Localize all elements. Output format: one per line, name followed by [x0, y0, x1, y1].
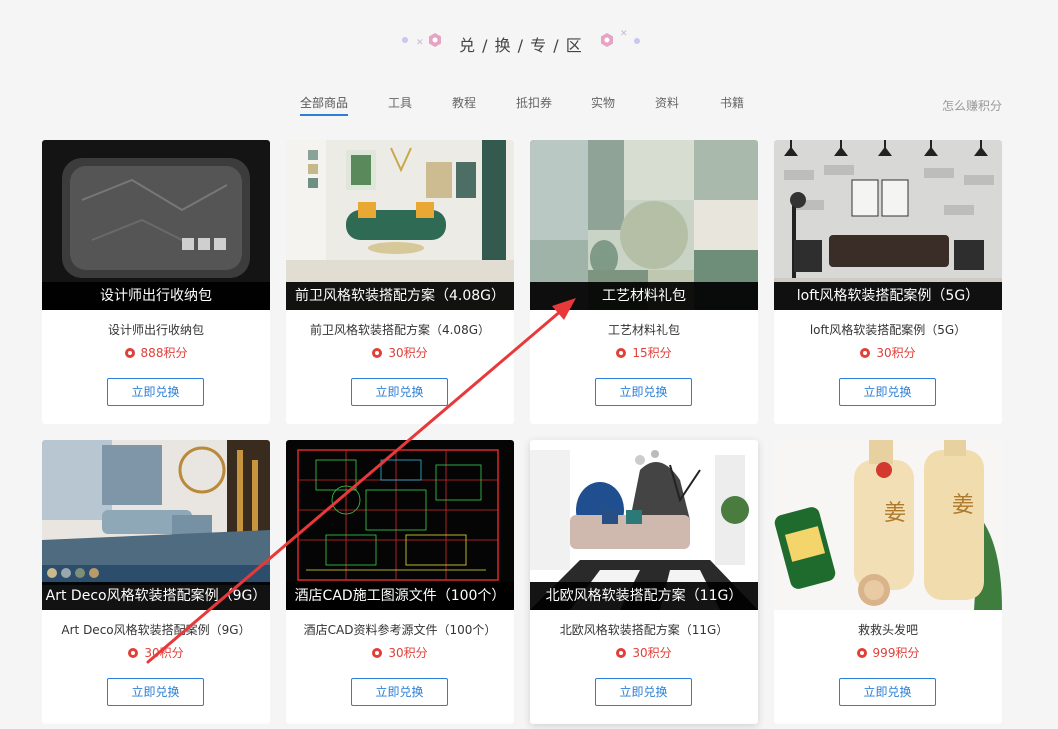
product-name[interactable]: 北欧风格软装搭配方案（11G） [530, 621, 758, 638]
product-image-caption: loft风格软装搭配案例（5G） [774, 282, 1002, 310]
active-tab-indicator [300, 114, 348, 116]
product-image[interactable]: 前卫风格软装搭配方案（4.08G） [286, 140, 514, 310]
tab-materials[interactable]: 资料 [655, 94, 679, 111]
product-points: 30积分 [286, 644, 514, 661]
section-header: ✕ 兑 / 换 / 专 / 区 ✕ [0, 28, 1058, 56]
points-icon [124, 348, 135, 358]
points-icon [856, 648, 867, 658]
points-icon [372, 648, 383, 658]
earn-points-link[interactable]: 怎么赚积分 [942, 97, 1002, 114]
points-value: 15积分 [632, 346, 672, 360]
redeem-button[interactable]: 立即兑换 [595, 378, 692, 406]
product-card[interactable]: loft风格软装搭配案例（5G） loft风格软装搭配案例（5G） 30积分 立… [774, 140, 1002, 424]
svg-text:姜: 姜 [952, 493, 974, 518]
hexagon-icon [601, 33, 613, 47]
product-card[interactable]: 前卫风格软装搭配方案（4.08G） 前卫风格软装搭配方案（4.08G） 30积分… [286, 140, 514, 424]
product-card[interactable]: 姜 姜 救救头发吧 999积分 立即兑换 [774, 440, 1002, 724]
points-icon [616, 648, 627, 658]
redeem-button[interactable]: 立即兑换 [839, 378, 936, 406]
redeem-button[interactable]: 立即兑换 [839, 678, 936, 706]
product-name[interactable]: 酒店CAD资料参考源文件（100个） [286, 621, 514, 638]
product-image[interactable]: Art Deco风格软装搭配案例（9G） [42, 440, 270, 610]
page-title: 兑 / 换 / 专 / 区 [459, 36, 583, 55]
product-image[interactable]: loft风格软装搭配案例（5G） [774, 140, 1002, 310]
product-image[interactable]: 北欧风格软装搭配方案（11G） [530, 440, 758, 610]
product-points: 30积分 [774, 344, 1002, 361]
product-card[interactable]: 酒店CAD施工图源文件（100个） 酒店CAD资料参考源文件（100个） 30积… [286, 440, 514, 724]
decor-dot [402, 37, 408, 43]
points-value: 999积分 [872, 646, 920, 660]
points-value: 30积分 [144, 646, 184, 660]
points-value: 30积分 [876, 346, 916, 360]
points-value: 30积分 [388, 346, 428, 360]
product-card[interactable]: 工艺材料礼包 工艺材料礼包 15积分 立即兑换 [530, 140, 758, 424]
product-name[interactable]: 救救头发吧 [774, 621, 1002, 638]
product-image-caption: 北欧风格软装搭配方案（11G） [530, 582, 758, 610]
decor-dot [634, 38, 640, 44]
tab-tutorials[interactable]: 教程 [452, 94, 476, 111]
product-image[interactable]: 姜 姜 [774, 440, 1002, 610]
product-image[interactable]: 工艺材料礼包 [530, 140, 758, 310]
redeem-button[interactable]: 立即兑换 [595, 678, 692, 706]
tab-coupons[interactable]: 抵扣券 [516, 94, 552, 111]
points-icon [860, 348, 871, 358]
points-icon [128, 648, 139, 658]
points-icon [372, 348, 383, 358]
product-points: 999积分 [774, 644, 1002, 661]
product-points: 888积分 [42, 344, 270, 361]
tab-tools[interactable]: 工具 [388, 94, 412, 111]
product-image-caption: 酒店CAD施工图源文件（100个） [286, 582, 514, 610]
redeem-button[interactable]: 立即兑换 [351, 678, 448, 706]
redeem-button[interactable]: 立即兑换 [107, 378, 204, 406]
product-points: 15积分 [530, 344, 758, 361]
svg-text:姜: 姜 [884, 501, 906, 526]
product-name[interactable]: 前卫风格软装搭配方案（4.08G） [286, 321, 514, 338]
product-image-caption: Art Deco风格软装搭配案例（9G） [42, 582, 270, 610]
product-name[interactable]: 设计师出行收纳包 [42, 321, 270, 338]
points-icon [616, 348, 627, 358]
decor-cross: ✕ [416, 38, 424, 48]
hexagon-icon [429, 33, 441, 47]
category-tabs: 全部商品 工具 教程 抵扣券 实物 资料 书籍 [0, 94, 1058, 118]
product-image[interactable]: 设计师出行收纳包 [42, 140, 270, 310]
redeem-button[interactable]: 立即兑换 [107, 678, 204, 706]
product-image-caption: 设计师出行收纳包 [42, 282, 270, 310]
tab-physical[interactable]: 实物 [591, 94, 615, 111]
redeem-button[interactable]: 立即兑换 [351, 378, 448, 406]
tab-books[interactable]: 书籍 [720, 94, 744, 111]
product-points: 30积分 [286, 344, 514, 361]
product-card[interactable]: 设计师出行收纳包 设计师出行收纳包 888积分 立即兑换 [42, 140, 270, 424]
product-card[interactable]: Art Deco风格软装搭配案例（9G） Art Deco风格软装搭配案例（9G… [42, 440, 270, 724]
points-value: 30积分 [632, 646, 672, 660]
decor-cross: ✕ [620, 29, 628, 39]
product-points: 30积分 [530, 644, 758, 661]
product-name[interactable]: 工艺材料礼包 [530, 321, 758, 338]
product-points: 30积分 [42, 644, 270, 661]
product-name[interactable]: loft风格软装搭配案例（5G） [774, 321, 1002, 338]
product-image-caption: 工艺材料礼包 [530, 282, 758, 310]
product-image[interactable]: 酒店CAD施工图源文件（100个） [286, 440, 514, 610]
points-value: 888积分 [140, 346, 188, 360]
tab-all[interactable]: 全部商品 [300, 94, 348, 111]
points-value: 30积分 [388, 646, 428, 660]
product-card[interactable]: 北欧风格软装搭配方案（11G） 北欧风格软装搭配方案（11G） 30积分 立即兑… [530, 440, 758, 724]
product-name[interactable]: Art Deco风格软装搭配案例（9G） [42, 621, 270, 638]
product-image-caption: 前卫风格软装搭配方案（4.08G） [286, 282, 514, 310]
